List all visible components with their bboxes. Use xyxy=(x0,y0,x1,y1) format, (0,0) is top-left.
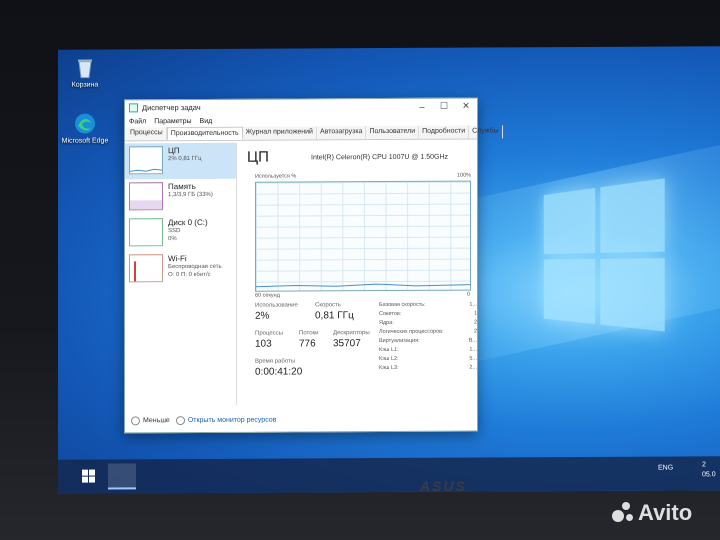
recycle-bin-icon xyxy=(73,56,97,80)
maximize-icon[interactable]: ☐ xyxy=(433,101,455,112)
wifi-mini-graph xyxy=(129,254,163,283)
resource-wifi[interactable]: Wi-Fi Беспроводная сеть О: 0 П: 0 кбит/с xyxy=(125,251,236,288)
window-footer: Меньше Открыть монитор ресурсов xyxy=(125,407,477,433)
resource-list: ЦП 2% 0,81 ГГц Память 1,3/3,9 ГБ (33%) Д… xyxy=(125,142,237,406)
windows-logo-wallpaper xyxy=(543,177,678,347)
tab-app-history[interactable]: Журнал приложений xyxy=(242,126,317,140)
avito-logo-icon xyxy=(612,502,634,524)
tray-lang[interactable]: ENG xyxy=(658,465,673,472)
resource-cpu[interactable]: ЦП 2% 0,81 ГГц xyxy=(125,142,236,180)
stat-uptime: Время работы 0:00:41:20 xyxy=(255,358,303,378)
task-manager-window: Диспетчер задач – ☐ ✕ Файл Параметры Вид… xyxy=(124,97,503,434)
taskbar-task-manager[interactable] xyxy=(108,463,136,490)
cpu-model: Intel(R) Celeron(R) CPU 1007U @ 1.50GHz xyxy=(311,153,449,162)
panel-heading: ЦП xyxy=(247,148,269,166)
resource-disk[interactable]: Диск 0 (C:) SSD 0% xyxy=(125,215,236,252)
window-title: Диспетчер задач xyxy=(142,102,201,113)
desktop-icon-edge[interactable]: Microsoft Edge xyxy=(60,111,110,145)
stat-threads: Потоки 776 xyxy=(299,330,319,350)
taskbar: ENG 2 05.0 xyxy=(58,456,720,494)
close-icon[interactable]: ✕ xyxy=(455,101,477,112)
chevron-up-icon xyxy=(131,415,140,425)
cpu-usage-graph xyxy=(255,180,471,292)
stat-processes: Процессы 103 xyxy=(255,330,284,350)
disk-mini-graph xyxy=(129,218,163,247)
tab-users[interactable]: Пользователи xyxy=(366,125,420,140)
asus-logo: ASUS xyxy=(420,478,467,494)
desktop: Корзина Microsoft Edge Диспетчер задач –… xyxy=(58,46,720,494)
cpu-mini-graph xyxy=(129,146,163,175)
edge-icon xyxy=(73,112,97,136)
menu-file[interactable]: Файл xyxy=(129,118,146,125)
graph-label-left: Используется % xyxy=(255,173,297,180)
tray-clock[interactable]: 2 05.0 xyxy=(702,460,716,480)
resource-monitor-icon xyxy=(175,415,185,425)
graph-x-left: 60 секунд xyxy=(255,292,280,299)
graph-x-right: 0 xyxy=(467,291,471,298)
minimize-icon[interactable]: – xyxy=(411,101,433,111)
tab-details[interactable]: Подробности xyxy=(419,125,470,139)
stat-handles: Дескрипторы 35707 xyxy=(333,330,370,350)
stat-speed: Скорость 0,81 ГГц xyxy=(315,302,354,322)
cpu-detail-panel: ЦП Intel(R) Celeron(R) CPU 1007U @ 1.50G… xyxy=(243,142,477,405)
task-manager-icon xyxy=(129,103,138,113)
graph-label-right: 100% xyxy=(457,172,472,179)
spec-row: Кэш L3: 2... xyxy=(379,364,477,372)
fewer-details-button[interactable]: Меньше xyxy=(131,415,170,425)
stat-usage: Использование 2% xyxy=(255,302,298,322)
tab-services[interactable]: Службы xyxy=(469,125,503,139)
menu-view[interactable]: Вид xyxy=(200,117,213,124)
avito-watermark: Avito xyxy=(612,500,692,526)
start-button[interactable] xyxy=(82,469,96,484)
resource-monitor-link[interactable]: Открыть монитор ресурсов xyxy=(175,415,276,425)
tab-startup[interactable]: Автозагрузка xyxy=(316,126,367,140)
tab-strip: Процессы Производительность Журнал прило… xyxy=(125,125,503,142)
memory-mini-graph xyxy=(129,182,163,211)
resource-memory[interactable]: Память 1,3/3,9 ГБ (33%) xyxy=(125,179,236,216)
tab-performance[interactable]: Производительность xyxy=(166,126,243,141)
tab-processes[interactable]: Процессы xyxy=(127,127,167,141)
desktop-icon-recycle-bin[interactable]: Корзина xyxy=(60,55,110,89)
menu-options[interactable]: Параметры xyxy=(154,118,191,125)
